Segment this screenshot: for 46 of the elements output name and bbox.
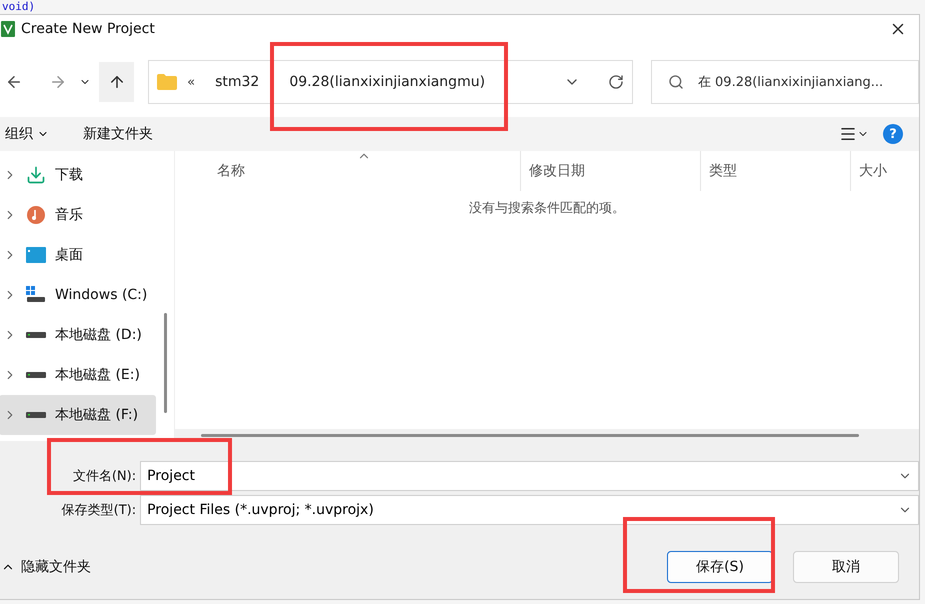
search-icon [668, 74, 684, 90]
file-name-field[interactable]: Project [140, 461, 919, 491]
sidebar-item[interactable]: 桌面 [0, 235, 156, 275]
sidebar-item[interactable]: 下载 [0, 155, 156, 195]
field-label: 保存类型(T): [60, 502, 138, 519]
overflow-text: « [187, 74, 196, 90]
up-button[interactable] [99, 62, 134, 102]
file-type-dropdown[interactable]: Project Files (*.uvproj; *.uvprojx) [140, 495, 919, 525]
organize-button[interactable]: 组织 [3, 125, 51, 143]
folder-icon [157, 74, 178, 90]
scrollbar-thumb[interactable] [201, 434, 859, 436]
refresh-icon[interactable] [608, 74, 624, 90]
file-name-input[interactable]: Project [145, 467, 898, 485]
sidebar-item[interactable]: 本地磁盘 (F:) [0, 395, 156, 435]
scrollbar-thumb[interactable] [164, 313, 166, 413]
hide-folders-button[interactable]: 隐藏文件夹 [0, 557, 97, 577]
cancel-button[interactable]: 取消 [793, 551, 899, 583]
code-text: void) [2, 0, 36, 13]
save-button[interactable]: 保存(S) [667, 551, 773, 583]
column-header[interactable]: 类型 [700, 151, 850, 191]
sidebar-item[interactable]: 本地磁盘 (E:) [0, 355, 156, 395]
drive-icon [26, 372, 46, 378]
drive-icon [26, 412, 46, 418]
address-bar[interactable]: « stm32 09.28(lianxixinjianxiangmu) [148, 60, 633, 104]
search-field[interactable]: 在 09.28(lianxixinjianxiang... [650, 60, 919, 104]
list-view-icon [839, 125, 857, 143]
drive-icon [26, 332, 46, 338]
desktop-icon [26, 247, 46, 263]
music-icon [26, 205, 46, 225]
field-label: 文件名(N): [72, 468, 138, 485]
drive-icon [26, 286, 46, 304]
sidebar-item[interactable]: 本地磁盘 (D:) [0, 315, 156, 355]
file-type-value[interactable]: Project Files (*.uvproj; *.uvprojx) [145, 501, 898, 519]
sidebar-item[interactable]: Windows (C:) [0, 275, 156, 315]
arrow-right-icon [49, 73, 67, 91]
help-button[interactable]: ? [883, 124, 903, 144]
column-header[interactable]: 修改日期 [520, 151, 700, 191]
empty-message: 没有与搜索条件匹配的项。 [469, 200, 625, 217]
window-title: Create New Project [21, 21, 156, 37]
breadcrumb[interactable]: 09.28(lianxixinjianxiangmu) [279, 74, 496, 90]
column-header[interactable]: 大小 [850, 151, 919, 191]
breadcrumb[interactable]: stm32 [205, 74, 270, 90]
new-folder-button[interactable]: 新建文件夹 [81, 125, 155, 143]
sidebar-item[interactable]: 音乐 [0, 195, 156, 235]
download-icon [26, 165, 46, 185]
column-header[interactable]: 名称 [175, 151, 520, 191]
